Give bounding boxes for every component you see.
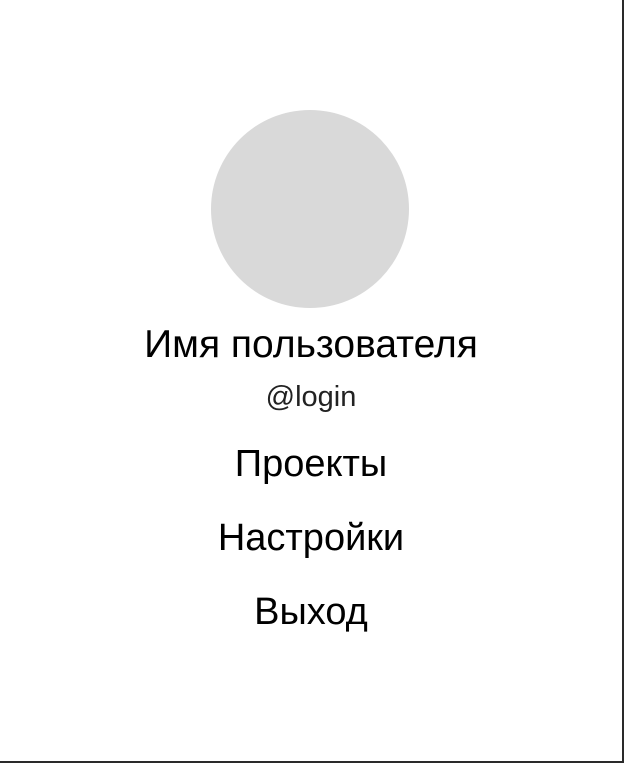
user-name: Имя пользователя (144, 323, 478, 366)
user-login: @login (265, 381, 357, 413)
menu-item-projects[interactable]: Проекты (0, 440, 622, 488)
menu-item-label: Настройки (217, 517, 405, 559)
profile-menu: Проекты Настройки Выход (0, 440, 622, 662)
menu-item-label: Проекты (234, 443, 388, 485)
profile-panel: Имя пользователя @login Проекты Настройк… (0, 0, 624, 763)
menu-item-label: Выход (254, 591, 368, 633)
menu-item-settings[interactable]: Настройки (0, 514, 622, 562)
avatar[interactable] (211, 110, 409, 308)
menu-item-logout[interactable]: Выход (0, 588, 622, 636)
